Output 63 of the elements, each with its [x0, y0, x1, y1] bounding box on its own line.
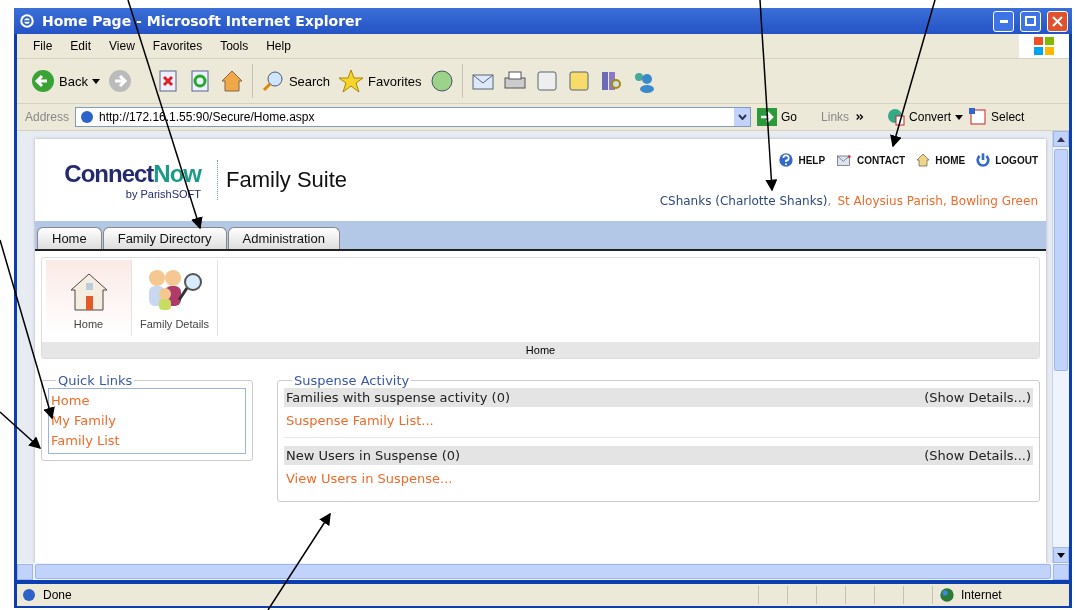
section-heading: Families with suspense activity (0)	[286, 390, 510, 405]
note-icon[interactable]	[566, 69, 591, 93]
details-link[interactable]: (Show Details...)	[924, 448, 1031, 463]
logout-icon[interactable]	[975, 152, 992, 168]
nav-tab[interactable]: Home	[37, 227, 102, 249]
suite-title: Family Suite	[217, 160, 348, 200]
house-icon[interactable]	[915, 152, 932, 168]
up-arrow-icon	[1057, 136, 1065, 142]
menu-item[interactable]: Edit	[70, 39, 92, 53]
horizontal-scrollbar[interactable]	[17, 563, 1069, 580]
nav-tab[interactable]: Family Directory	[102, 227, 227, 249]
header-link[interactable]: LOGOUT	[975, 152, 1038, 168]
maximize-icon	[1025, 16, 1036, 26]
caret-icon	[91, 78, 100, 84]
search-button[interactable]: Search	[260, 69, 331, 93]
address-label: Address	[25, 110, 70, 124]
details-link[interactable]: (Show Details...)	[924, 390, 1031, 405]
close-icon	[1052, 15, 1063, 27]
back-icon	[31, 69, 55, 93]
ribbon-item[interactable]: Home	[46, 260, 132, 336]
window-title: Home Page - Microsoft Internet Explorer	[42, 13, 363, 29]
globe-icon[interactable]	[939, 587, 955, 603]
user-name: CShanks (Charlotte Shanks)	[659, 194, 828, 208]
down-arrow-icon	[1057, 552, 1065, 558]
zone-text: Internet	[961, 588, 1002, 602]
header-link[interactable]: HOME	[915, 152, 966, 168]
minimize-icon	[999, 19, 1008, 23]
menu-item[interactable]: View	[109, 39, 135, 53]
chevron-icon[interactable]	[855, 112, 866, 122]
convert-button[interactable]: Convert	[887, 108, 964, 126]
status-text: Done	[43, 588, 73, 602]
menu-item[interactable]: File	[33, 39, 53, 53]
back-button[interactable]: Back	[31, 69, 100, 93]
separator-text: ,	[827, 194, 832, 208]
menu-item[interactable]: Help	[266, 39, 291, 53]
menu-item[interactable]: Favorites	[152, 39, 203, 53]
header-link[interactable]: CONTACT	[835, 152, 906, 168]
header-link[interactable]: HELP	[778, 152, 826, 168]
envelope-icon[interactable]	[835, 152, 854, 168]
chevron-down-icon	[737, 114, 747, 120]
section-heading: New Users in Suspense (0)	[286, 448, 461, 463]
caret-icon	[955, 114, 964, 120]
minimize-button[interactable]	[993, 10, 1014, 32]
panel-title: Quick Links	[57, 373, 134, 388]
ribbon-caption: Home	[42, 342, 1039, 358]
favorites-button[interactable]: Favorites	[338, 69, 422, 93]
ribbon-item[interactable]: Family Details	[132, 260, 218, 336]
go-button[interactable]: Go	[757, 108, 798, 126]
maximize-button[interactable]	[1020, 10, 1041, 32]
globe-document-icon	[887, 108, 906, 126]
dropdown-button[interactable]	[734, 108, 751, 126]
panel-title: Suspense Activity	[293, 373, 411, 388]
vertical-scrollbar[interactable]	[1052, 131, 1069, 563]
star-icon	[338, 69, 365, 93]
menu-item[interactable]: Tools	[220, 39, 249, 53]
select-button[interactable]: Select	[969, 108, 1025, 126]
nav-tab[interactable]: Administration	[227, 227, 340, 249]
search-icon	[260, 69, 285, 93]
parish-name: St Aloysius Parish, Bowling Green	[837, 194, 1038, 208]
home-icon[interactable]	[219, 69, 244, 93]
help-icon[interactable]	[778, 152, 795, 168]
close-button[interactable]	[1047, 10, 1068, 32]
flag-logo	[1019, 34, 1069, 58]
